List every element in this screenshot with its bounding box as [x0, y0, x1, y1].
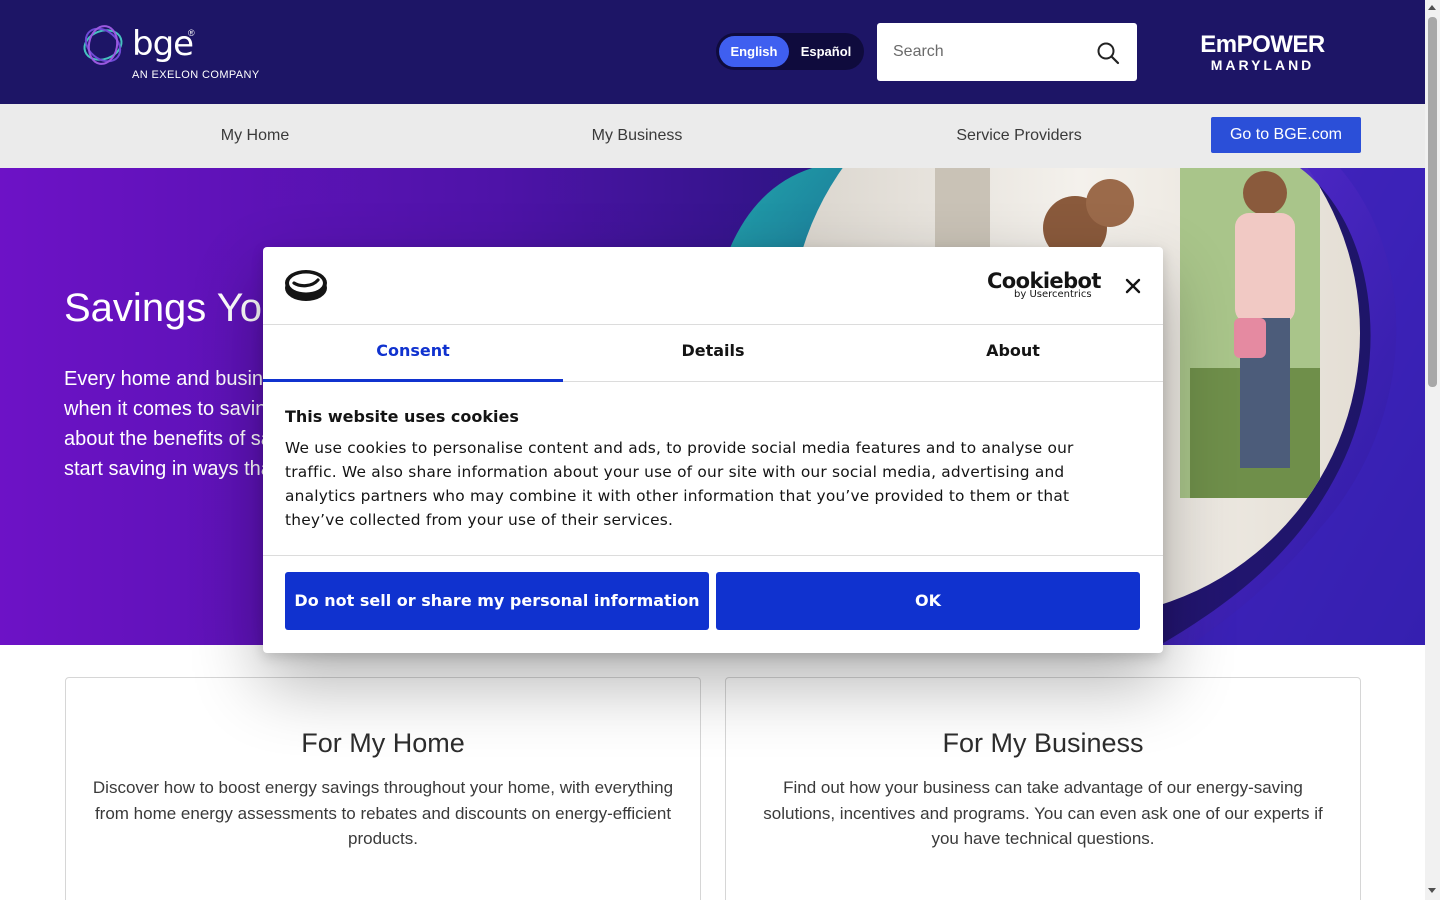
- empower-maryland-logo[interactable]: EmPOWER MARYLAND: [1200, 32, 1325, 74]
- search-box: [877, 23, 1137, 81]
- card-text: Discover how to boost energy savings thr…: [92, 778, 674, 848]
- nav-service-providers[interactable]: Service Providers: [919, 104, 1119, 168]
- scroll-down-arrow-icon[interactable]: [1428, 888, 1436, 893]
- card-for-my-home: For My Home Discover how to boost energy…: [65, 677, 701, 900]
- search-input[interactable]: [877, 23, 1087, 81]
- bge-logo-subtitle: AN EXELON COMPANY: [132, 69, 260, 81]
- cookie-icon: [285, 270, 327, 301]
- bge-logo[interactable]: bge ® AN EXELON COMPANY: [80, 22, 280, 84]
- scrollbar-thumb[interactable]: [1428, 17, 1437, 387]
- do-not-sell-button[interactable]: Do not sell or share my personal informa…: [285, 572, 709, 630]
- registered-mark: ®: [188, 28, 195, 38]
- cookiebot-byline: by Usercentrics: [1014, 289, 1092, 300]
- main-nav: My Home My Business Service Providers Go…: [0, 104, 1425, 168]
- empower-logo-line2: MARYLAND: [1210, 57, 1315, 73]
- card-title: For My Business: [942, 728, 1144, 758]
- cookie-dialog-header: Cookiebot by Usercentrics: [263, 247, 1163, 325]
- nav-my-home[interactable]: My Home: [155, 104, 355, 168]
- scroll-up-arrow-icon[interactable]: [1428, 5, 1436, 10]
- tab-details[interactable]: Details: [563, 325, 863, 382]
- language-espanol[interactable]: Español: [792, 36, 860, 67]
- card-text: Find out how your business can take adva…: [763, 778, 1323, 848]
- cookie-dialog-title: This website uses cookies: [285, 407, 519, 426]
- cookie-dialog-footer: Do not sell or share my personal informa…: [263, 555, 1163, 653]
- language-toggle: English Español: [716, 33, 864, 70]
- close-icon[interactable]: [1121, 274, 1145, 298]
- card-for-my-business: For My Business Find out how your busine…: [725, 677, 1361, 900]
- cookie-dialog-text: We use cookies to personalise content an…: [285, 439, 1074, 529]
- cookie-consent-dialog: Cookiebot by Usercentrics Consent Detail…: [263, 247, 1163, 653]
- bge-wordmark: bge: [132, 24, 194, 64]
- card-title: For My Home: [301, 728, 465, 758]
- empower-logo-line1: EmPOWER: [1200, 31, 1325, 58]
- tab-about[interactable]: About: [863, 325, 1163, 382]
- tab-consent[interactable]: Consent: [263, 325, 563, 382]
- cookie-dialog-tabs: Consent Details About: [263, 325, 1163, 382]
- bge-swirl-logo-icon: [83, 25, 123, 65]
- search-icon[interactable]: [1096, 41, 1120, 65]
- language-english[interactable]: English: [719, 36, 789, 67]
- cookiebot-logo[interactable]: Cookiebot by Usercentrics: [987, 269, 1101, 301]
- page-scrollbar[interactable]: [1425, 0, 1440, 900]
- ok-button[interactable]: OK: [716, 572, 1140, 630]
- go-to-bge-button[interactable]: Go to BGE.com: [1211, 117, 1361, 153]
- site-header: bge ® AN EXELON COMPANY English Español …: [0, 0, 1425, 104]
- nav-my-business[interactable]: My Business: [537, 104, 737, 168]
